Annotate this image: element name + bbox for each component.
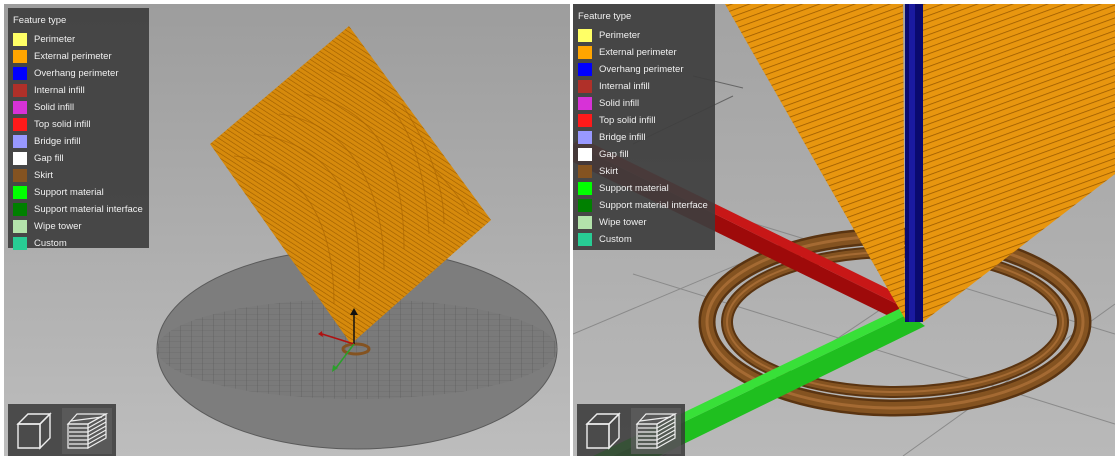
legend-swatch — [13, 220, 27, 233]
legend-swatch — [13, 84, 27, 97]
legend-swatch — [13, 50, 27, 63]
legend-item: Gap fill — [13, 150, 143, 167]
legend-label: Support material — [599, 183, 669, 194]
legend-swatch — [13, 118, 27, 131]
legend-label: Internal infill — [34, 85, 85, 96]
preview-button[interactable] — [631, 408, 681, 454]
legend-label: Solid infill — [599, 98, 640, 109]
feature-type-legend: Feature type Perimeter External perimeter… — [573, 4, 715, 250]
legend-swatch — [578, 131, 592, 144]
legend-item: Skirt — [13, 167, 143, 184]
legend-label: External perimeter — [34, 51, 112, 62]
legend-item: Custom — [13, 235, 143, 252]
legend-title: Feature type — [578, 11, 632, 22]
legend-item: Internal infill — [578, 78, 709, 95]
legend-label: Top solid infill — [34, 119, 91, 130]
legend-label: Skirt — [599, 166, 618, 177]
legend-swatch — [13, 203, 27, 216]
legend-label: Solid infill — [34, 102, 75, 113]
legend-label: Support material — [34, 187, 104, 198]
legend-swatch — [578, 216, 592, 229]
legend-rows: Perimeter External perimeter Overhang peri… — [578, 27, 709, 248]
legend-swatch — [13, 152, 27, 165]
legend-item: Support material — [13, 184, 143, 201]
legend-swatch — [13, 33, 27, 46]
legend-label: Support material interface — [599, 200, 708, 211]
legend-swatch — [13, 186, 27, 199]
view-toolbar — [8, 404, 116, 456]
legend-swatch — [13, 135, 27, 148]
legend-item: Solid infill — [578, 95, 709, 112]
legend-item: Skirt — [578, 163, 709, 180]
legend-swatch — [578, 63, 592, 76]
legend-label: Wipe tower — [599, 217, 647, 228]
legend-item: Wipe tower — [578, 214, 709, 231]
legend-item: Perimeter — [13, 31, 143, 48]
legend-swatch — [578, 97, 592, 110]
legend-label: Wipe tower — [34, 221, 82, 232]
cube-icon — [585, 412, 621, 450]
3d-view-button[interactable] — [10, 408, 60, 454]
legend-item: Support material — [578, 180, 709, 197]
legend-label: Custom — [34, 238, 67, 249]
legend-rows: Perimeter External perimeter Overhang peri… — [13, 31, 143, 252]
legend-label: Overhang perimeter — [599, 64, 684, 75]
layers-icon — [635, 412, 678, 450]
legend-label: Bridge infill — [599, 132, 646, 143]
legend-label: Gap fill — [34, 153, 64, 164]
legend-label: Skirt — [34, 170, 53, 181]
legend-item: Perimeter — [578, 27, 709, 44]
feature-type-legend: Feature type Perimeter External perimeter… — [8, 8, 149, 250]
legend-label: Bridge infill — [34, 136, 81, 147]
viewport-3d-right[interactable]: Feature type Perimeter External perimeter… — [573, 4, 1115, 456]
legend-item: Bridge infill — [13, 133, 143, 150]
legend-swatch — [13, 169, 27, 182]
legend-label: Gap fill — [599, 149, 629, 160]
legend-label: Overhang perimeter — [34, 68, 119, 79]
legend-label: Custom — [599, 234, 632, 245]
legend-swatch — [578, 165, 592, 178]
cube-icon — [16, 412, 52, 450]
legend-swatch — [578, 114, 592, 127]
view-toolbar — [577, 404, 685, 456]
legend-label: Top solid infill — [599, 115, 656, 126]
legend-label: Perimeter — [599, 30, 641, 41]
legend-item: Overhang perimeter — [578, 61, 709, 78]
legend-item: Overhang perimeter — [13, 65, 143, 82]
legend-swatch — [578, 148, 592, 161]
legend-item: Bridge infill — [578, 129, 709, 146]
legend-swatch — [578, 46, 592, 59]
legend-swatch — [578, 29, 592, 42]
legend-label: Support material interface — [34, 204, 143, 215]
legend-swatch — [578, 80, 592, 93]
legend-item: Top solid infill — [578, 112, 709, 129]
legend-swatch — [13, 101, 27, 114]
legend-item: External perimeter — [13, 48, 143, 65]
legend-swatch — [578, 199, 592, 212]
legend-item: Custom — [578, 231, 709, 248]
legend-item: Gap fill — [578, 146, 709, 163]
legend-item: Solid infill — [13, 99, 143, 116]
legend-item: Support material interface — [578, 197, 709, 214]
legend-swatch — [13, 67, 27, 80]
legend-title: Feature type — [13, 15, 67, 26]
preview-button[interactable] — [62, 408, 112, 454]
legend-label: Internal infill — [599, 81, 650, 92]
legend-item: Support material interface — [13, 201, 143, 218]
legend-label: Perimeter — [34, 34, 76, 45]
layers-icon — [66, 412, 109, 450]
legend-item: Wipe tower — [13, 218, 143, 235]
legend-swatch — [13, 237, 27, 250]
3d-view-button[interactable] — [579, 408, 629, 454]
legend-swatch — [578, 233, 592, 246]
legend-item: External perimeter — [578, 44, 709, 61]
legend-label: External perimeter — [599, 47, 677, 58]
viewport-3d-left[interactable]: Feature type Perimeter External perimeter… — [4, 4, 570, 456]
legend-item: Top solid infill — [13, 116, 143, 133]
legend-item: Internal infill — [13, 82, 143, 99]
legend-swatch — [578, 182, 592, 195]
